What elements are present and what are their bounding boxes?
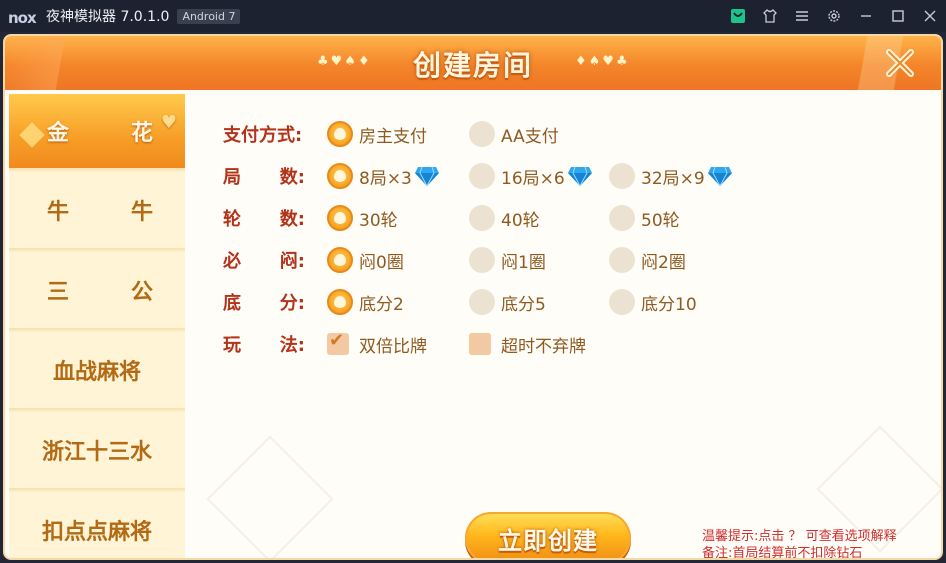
- game-type-sidebar: 金 花 ♥ 牛 牛 三 公 血战麻将 浙江十三水 扣点点麻将: [9, 94, 185, 558]
- turns-row: 轮数:: [223, 202, 319, 234]
- tip-line-1: 温馨提示:点击 ？ 可查看选项解释: [702, 529, 897, 544]
- rules-row: 玩法:: [223, 328, 319, 360]
- payment-label: 支付方式:: [223, 125, 303, 146]
- dialog-header: ♣♥♠♦ 创建房间 ♦♠♥♣: [5, 36, 941, 90]
- close-icon[interactable]: [914, 0, 946, 32]
- diamond-decoration: [19, 122, 45, 148]
- sidebar-item-label: 三: [47, 280, 70, 305]
- sidebar-item-koudiandian-mahjong[interactable]: 扣点点麻将: [9, 492, 185, 558]
- close-x-icon: [886, 49, 914, 77]
- blind-row: 必闷:: [223, 244, 319, 276]
- sidebar-item-label: 牛: [47, 200, 70, 225]
- base-option-5[interactable]: 底分5: [469, 286, 546, 318]
- sidebar-item-label: 浙江十三水: [41, 440, 152, 465]
- sidebar-item-label: 血战麻将: [52, 360, 141, 385]
- base-score-label: 底分:: [223, 293, 305, 314]
- rounds-option-32[interactable]: 32局×9: [609, 160, 733, 192]
- dialog-close-button[interactable]: [881, 44, 919, 82]
- radio-icon: [469, 205, 495, 231]
- room-settings-panel: 支付方式: 房主支付 AA支付 局数: 8局×3 16局×6 32局×9 轮 数…: [195, 94, 941, 558]
- diamond-gem-icon: [707, 166, 732, 187]
- turns-option-30[interactable]: 30轮: [327, 202, 398, 234]
- sidebar-item-label: 公: [130, 280, 153, 305]
- payment-option-aa[interactable]: AA支付: [469, 118, 559, 150]
- dialog-title: 创建房间: [412, 49, 533, 82]
- create-room-button[interactable]: 立即创建: [465, 512, 631, 558]
- menu-icon[interactable]: [786, 0, 818, 32]
- radio-selected-icon: [327, 163, 353, 189]
- minimize-icon[interactable]: [850, 0, 882, 32]
- rule-double-compare-checkbox[interactable]: 双倍比牌: [327, 328, 427, 360]
- sidebar-item-zhejiang-13[interactable]: 浙江十三水: [9, 412, 185, 490]
- radio-icon: [469, 247, 495, 273]
- rounds-row: 局数:: [223, 160, 319, 192]
- sidebar-item-label: 金: [47, 121, 70, 146]
- maximize-icon[interactable]: [882, 0, 914, 32]
- turns-option-50[interactable]: 50轮: [609, 202, 680, 234]
- radio-selected-icon: [327, 205, 353, 231]
- radio-icon: [609, 289, 635, 315]
- game-area: ♣♥♠♦ 创建房间 ♦♠♥♣ 金 花 ♥ 牛 牛 三 公 血战麻将 浙江十三水 …: [0, 32, 946, 563]
- sidebar-item-label: 牛: [130, 200, 153, 225]
- payment-option-host[interactable]: 房主支付: [327, 118, 427, 150]
- sidebar-item-jinhua[interactable]: 金 花 ♥: [9, 94, 185, 170]
- rules-label: 玩法:: [223, 335, 305, 356]
- sidebar-item-label: 花: [130, 121, 153, 146]
- create-room-dialog: ♣♥♠♦ 创建房间 ♦♠♥♣ 金 花 ♥ 牛 牛 三 公 血战麻将 浙江十三水 …: [3, 34, 943, 560]
- blind-option-0[interactable]: 闷0圈: [327, 244, 404, 276]
- heart-icon: ♥: [160, 112, 177, 133]
- radio-selected-icon: [327, 121, 353, 147]
- rounds-option-8[interactable]: 8局×3: [327, 160, 440, 192]
- tip-line-2: 备注:首局结算前不扣除钻石: [702, 546, 863, 560]
- turns-label: 轮数:: [223, 209, 305, 230]
- sidebar-item-niuniu[interactable]: 牛 牛: [9, 172, 185, 250]
- base-option-2[interactable]: 底分2: [327, 286, 404, 318]
- store-icon[interactable]: [722, 0, 754, 32]
- diamond-gem-icon: [567, 166, 592, 187]
- radio-icon: [469, 121, 495, 147]
- radio-icon: [469, 289, 495, 315]
- rounds-label: 局数:: [223, 167, 305, 188]
- sidebar-item-sangong[interactable]: 三 公: [9, 252, 185, 330]
- background-diamond-decoration: [206, 435, 334, 558]
- tips-text: 温馨提示:点击 ？ 可查看选项解释 备注:首局结算前不扣除钻石: [702, 528, 897, 560]
- emulator-titlebar: nox 夜神模拟器 7.0.1.0 Android 7: [0, 0, 946, 32]
- blind-option-2[interactable]: 闷2圈: [609, 244, 686, 276]
- checkbox-icon: [469, 333, 491, 355]
- turns-option-40[interactable]: 40轮: [469, 202, 540, 234]
- checkbox-checked-icon: [327, 330, 349, 355]
- radio-icon: [469, 163, 495, 189]
- suits-right-decoration: ♦♠♥♣: [575, 54, 630, 69]
- sidebar-item-xuezhan-mahjong[interactable]: 血战麻将: [9, 332, 185, 410]
- radio-icon: [609, 205, 635, 231]
- rounds-option-16[interactable]: 16局×6: [469, 160, 593, 192]
- diamond-gem-icon: [414, 166, 439, 187]
- settings-icon[interactable]: [818, 0, 850, 32]
- radio-selected-icon: [327, 289, 353, 315]
- nox-logo: nox: [8, 9, 37, 27]
- android-version-badge: Android 7: [177, 8, 241, 24]
- blind-label: 必闷:: [223, 251, 305, 272]
- base-option-10[interactable]: 底分10: [609, 286, 697, 318]
- blind-option-1[interactable]: 闷1圈: [469, 244, 546, 276]
- radio-selected-icon: [327, 247, 353, 273]
- payment-row: 支付方式:: [223, 118, 319, 150]
- app-title: 夜神模拟器 7.0.1.0: [46, 9, 170, 25]
- radio-icon: [609, 247, 635, 273]
- shirt-icon[interactable]: [754, 0, 786, 32]
- rule-timeout-no-fold-checkbox[interactable]: 超时不弃牌: [469, 328, 586, 360]
- base-score-row: 底分:: [223, 286, 319, 318]
- radio-icon: [609, 163, 635, 189]
- sidebar-item-label: 扣点点麻将: [41, 520, 152, 545]
